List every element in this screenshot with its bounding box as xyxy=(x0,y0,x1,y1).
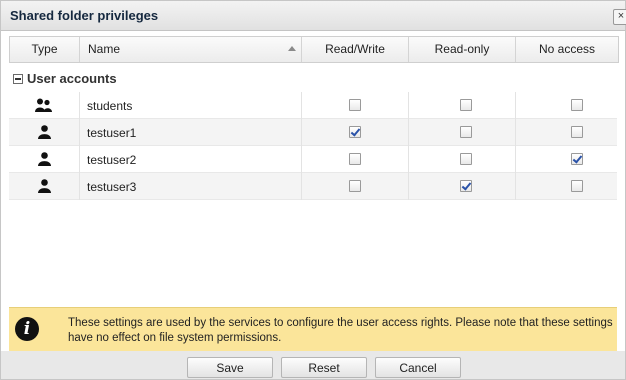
column-header-name-label: Name xyxy=(88,42,121,56)
group-icon xyxy=(35,98,53,115)
column-header-read-write[interactable]: Read/Write xyxy=(302,37,409,62)
row-name: students xyxy=(87,99,133,113)
collapse-group-icon[interactable] xyxy=(13,74,23,84)
column-header-no-access[interactable]: No access xyxy=(516,37,618,62)
no-access-checkbox[interactable] xyxy=(571,99,583,111)
column-header-name[interactable]: Name xyxy=(80,37,302,62)
read-only-checkbox[interactable] xyxy=(460,126,472,138)
shared-folder-privileges-dialog: Shared folder privileges × Type Name Rea… xyxy=(0,0,626,380)
dialog-titlebar: Shared folder privileges × xyxy=(1,1,626,31)
sort-ascending-icon[interactable] xyxy=(288,46,296,51)
grid-header: Type Name Read/Write Read-only No access xyxy=(9,36,619,63)
table-row[interactable]: testuser3 xyxy=(9,173,617,200)
save-button[interactable]: Save xyxy=(187,357,273,378)
no-access-checkbox[interactable] xyxy=(571,180,583,192)
table-row[interactable]: students xyxy=(9,92,617,119)
read-write-checkbox[interactable] xyxy=(349,126,361,138)
read-only-checkbox[interactable] xyxy=(460,153,472,165)
user-icon xyxy=(38,125,51,142)
user-icon xyxy=(38,179,51,196)
grid-empty-area xyxy=(9,200,617,306)
row-name: testuser2 xyxy=(87,153,137,167)
no-access-checkbox[interactable] xyxy=(571,153,583,165)
read-write-checkbox[interactable] xyxy=(349,180,361,192)
group-row-user-accounts[interactable]: User accounts xyxy=(9,67,617,91)
row-name: testuser1 xyxy=(87,126,137,140)
user-icon xyxy=(38,152,51,169)
read-write-checkbox[interactable] xyxy=(349,99,361,111)
column-header-type[interactable]: Type xyxy=(10,37,80,62)
table-row[interactable]: testuser2 xyxy=(9,146,617,173)
column-header-read-only[interactable]: Read-only xyxy=(409,37,516,62)
read-write-checkbox[interactable] xyxy=(349,153,361,165)
dialog-title: Shared folder privileges xyxy=(10,8,159,23)
info-text: These settings are used by the services … xyxy=(68,317,613,344)
table-row[interactable]: testuser1 xyxy=(9,119,617,146)
cancel-button[interactable]: Cancel xyxy=(375,357,461,378)
read-only-checkbox[interactable] xyxy=(460,99,472,111)
group-label: User accounts xyxy=(27,71,117,86)
info-bar: i These settings are used by the service… xyxy=(9,307,617,352)
info-icon: i xyxy=(15,317,39,341)
dialog-footer: Save Reset Cancel xyxy=(1,351,625,379)
no-access-checkbox[interactable] xyxy=(571,126,583,138)
row-name: testuser3 xyxy=(87,180,137,194)
reset-button[interactable]: Reset xyxy=(281,357,367,378)
read-only-checkbox[interactable] xyxy=(460,180,472,192)
close-icon[interactable]: × xyxy=(613,9,626,25)
